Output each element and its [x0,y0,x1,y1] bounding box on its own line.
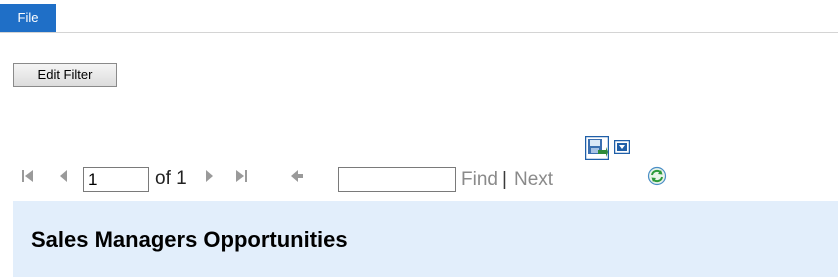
export-icon[interactable] [585,136,609,160]
report-title: Sales Managers Opportunities [31,227,348,252]
find-separator: | [502,169,507,190]
refresh-icon[interactable] [647,166,667,186]
previous-page-icon[interactable] [56,168,72,184]
back-to-parent-icon[interactable] [289,168,305,184]
page-total-label: of 1 [155,168,187,189]
first-page-icon[interactable] [20,168,36,184]
last-page-icon[interactable] [233,168,249,184]
edit-filter-button[interactable]: Edit Filter [13,63,117,87]
export-dropdown-icon[interactable] [614,140,630,154]
find-link[interactable]: Find [461,169,498,191]
next-page-icon[interactable] [201,168,217,184]
ribbon: File [0,0,838,33]
find-next-link[interactable]: Next [514,169,553,191]
page-number-input[interactable] [83,167,149,192]
file-tab[interactable]: File [0,4,56,32]
find-input[interactable] [338,167,456,192]
report-header: Sales Managers Opportunities [13,201,838,277]
